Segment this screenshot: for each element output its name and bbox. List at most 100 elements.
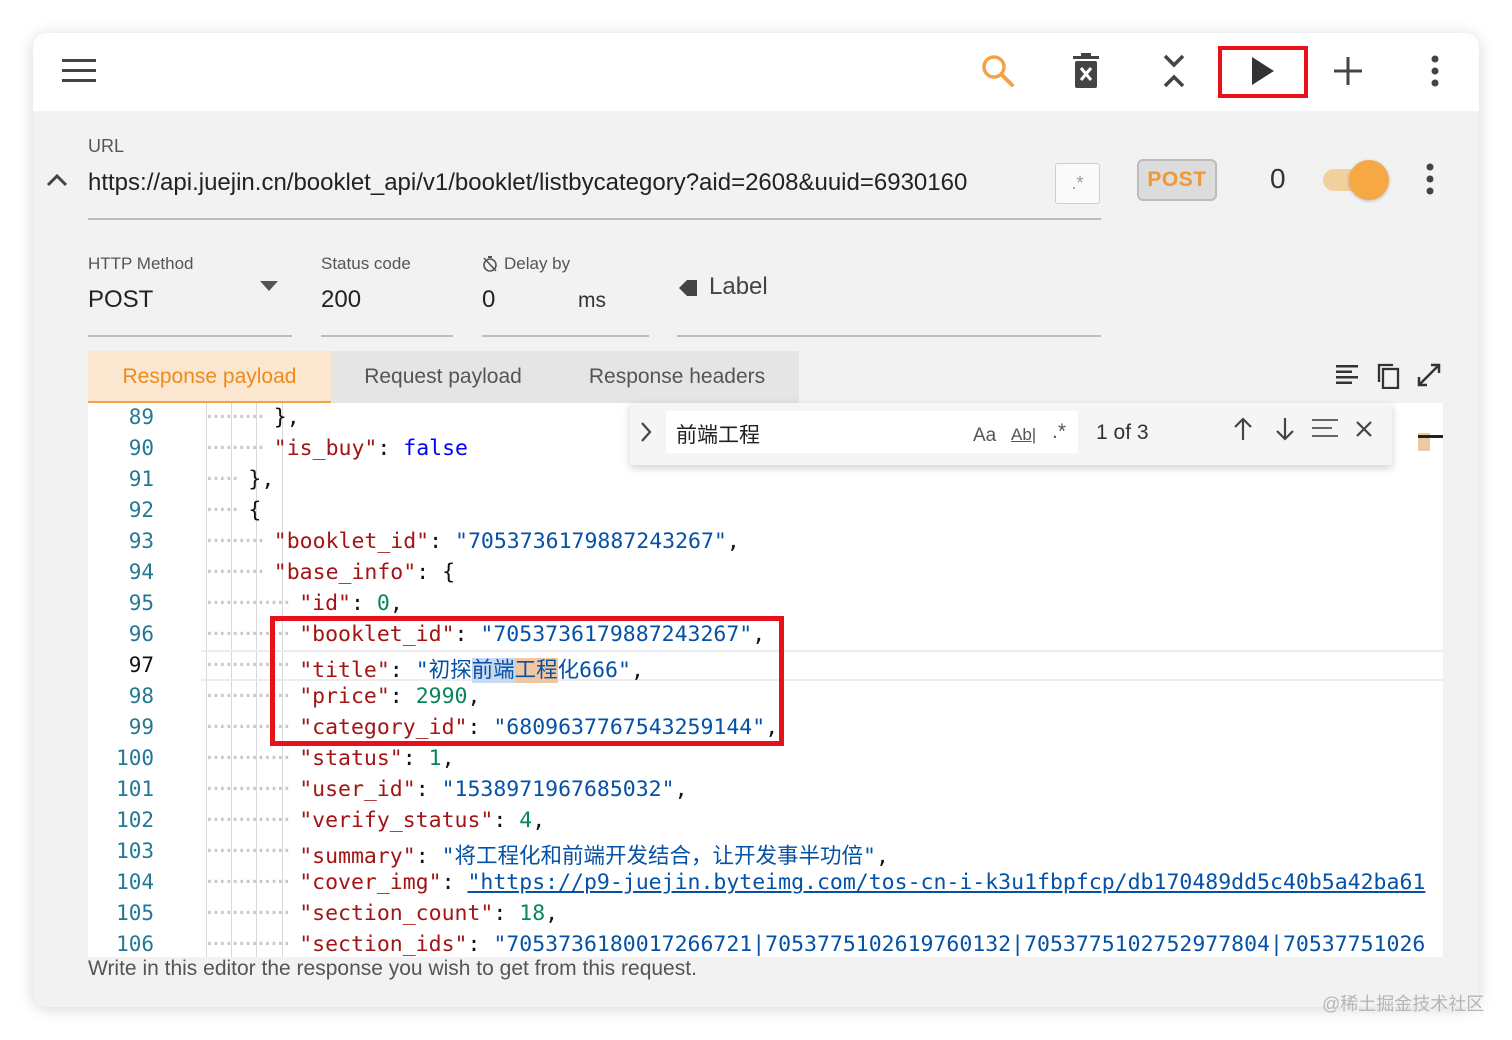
code-line[interactable]: 105 ············· "section_count": 18, [88, 898, 1443, 929]
collapse-all-button[interactable] [1146, 45, 1202, 97]
delete-icon [1073, 53, 1099, 88]
code-text: "section_count": 18, [299, 901, 559, 926]
line-number: 101 [116, 777, 154, 801]
format-align-icon [1336, 365, 1358, 384]
code-text: "booklet_id": "7053736179887243267", [299, 622, 766, 647]
delay-input[interactable]: 0 [482, 286, 495, 314]
plus-icon [1334, 57, 1362, 85]
find-in-selection-button[interactable] [1312, 417, 1338, 444]
find-input[interactable]: 前端工程 Aa Ab| .* [666, 411, 1078, 453]
tab-response-payload[interactable]: Response payload [88, 351, 331, 403]
code-line[interactable]: 102 ············· "verify_status": 4, [88, 805, 1443, 836]
expand-icon [1417, 363, 1441, 387]
toggle-replace-button[interactable] [640, 421, 652, 448]
close-find-button[interactable] [1355, 420, 1373, 443]
line-number: 98 [128, 684, 154, 708]
code-line[interactable]: 93 ········· "booklet_id": "70537361798872… [88, 526, 1443, 557]
whitespace-dots: ············· [203, 715, 293, 740]
more-vert-icon [1431, 55, 1439, 87]
whitespace-dots: ············· [203, 684, 293, 709]
tab-response-headers[interactable]: Response headers [555, 351, 799, 403]
whitespace-dots: ············· [203, 591, 293, 616]
code-line[interactable]: 98 ············· "price": 2990, [88, 681, 1443, 712]
delay-label: Delay by [504, 254, 571, 273]
whitespace-dots: ····· [203, 467, 242, 492]
whitespace-dots: ········· [203, 560, 268, 585]
line-number: 91 [128, 467, 154, 491]
http-method-select[interactable]: POST [88, 286, 153, 314]
whitespace-dots: ············· [203, 932, 293, 957]
line-number: 90 [128, 436, 154, 460]
url-label: URL [88, 136, 125, 156]
line-number: 102 [116, 808, 154, 832]
code-text: "section_ids": "7053736180017266721|7053… [299, 932, 1426, 957]
response-editor[interactable]: 88·········"mtime": 164535862989········… [88, 403, 1443, 957]
search-button[interactable] [970, 45, 1026, 97]
regex-search-toggle[interactable]: .* [1052, 420, 1066, 444]
label-icon [677, 277, 699, 304]
code-line[interactable]: 106 ············· "section_ids": "70537361… [88, 929, 1443, 957]
tab-request-payload[interactable]: Request payload [331, 351, 555, 403]
watermark: @稀土掘金技术社区 [1322, 994, 1485, 1014]
whitespace-dots: ············· [203, 839, 293, 864]
menu-button[interactable] [52, 45, 108, 97]
run-highlight-box [1218, 46, 1308, 98]
code-text: }, [273, 405, 300, 430]
code-line[interactable]: 94 ········· "base_info": { [88, 557, 1443, 588]
find-query: 前端工程 [676, 424, 760, 447]
delay-label-wrap: Delay by [482, 254, 570, 274]
code-line[interactable]: 91 ·····}, [88, 464, 1443, 495]
line-number: 104 [116, 870, 154, 894]
status-code-input[interactable]: 200 [321, 286, 361, 314]
copy-button[interactable] [1376, 363, 1400, 394]
mock-rule-card: URL https://api.juejin.cn/booklet_api/v1… [33, 33, 1479, 1007]
line-number: 89 [128, 405, 154, 429]
code-text: "price": 2990, [299, 684, 481, 709]
label-input[interactable]: Label [709, 273, 768, 301]
delete-button[interactable] [1058, 45, 1114, 97]
code-line[interactable]: 101 ············· "user_id": "153897196768… [88, 774, 1443, 805]
editor-hint: Write in this editor the response you wi… [88, 957, 697, 980]
code-line[interactable]: 95 ············· "id": 0, [88, 588, 1443, 619]
code-line[interactable]: 100 ············· "status": 1, [88, 743, 1443, 774]
code-text: "summary": "将工程化和前端开发结合，让开发事半功倍", [299, 844, 889, 869]
format-button[interactable] [1335, 363, 1359, 392]
whitespace-dots: ········· [203, 529, 268, 554]
whole-word-toggle[interactable]: Ab| [1011, 425, 1036, 445]
code-line[interactable]: 97 ············· "title": "初探前端工程化666", [88, 650, 1443, 683]
whitespace-dots: ············· [203, 808, 293, 833]
label-underline [677, 335, 1101, 337]
code-line[interactable]: 99 ············· "category_id": "680963776… [88, 712, 1443, 743]
rule-more-button[interactable] [1425, 163, 1435, 200]
code-text: "cover_img": "https://p9-juejin.byteimg.… [299, 870, 1426, 895]
code-line[interactable]: 96 ············· "booklet_id": "7053736179… [88, 619, 1443, 650]
caret-down-icon[interactable] [260, 281, 278, 291]
code-text: "base_info": { [273, 560, 456, 585]
previous-match-button[interactable] [1233, 417, 1253, 446]
code-text: { [248, 498, 262, 523]
line-number: 106 [116, 932, 154, 956]
code-line[interactable]: 103 ············· "summary": "将工程化和前端开发结合，… [88, 836, 1443, 869]
regex-toggle[interactable]: .* [1055, 163, 1100, 204]
code-text: "id": 0, [299, 591, 403, 616]
more-button[interactable] [1407, 45, 1463, 97]
enable-toggle-knob[interactable] [1349, 160, 1389, 200]
next-match-button[interactable] [1275, 417, 1295, 446]
status-code-underline [321, 335, 453, 337]
collapse-all-icon [1163, 54, 1185, 88]
code-line[interactable]: 104 ············· "cover_img": "https://p9… [88, 867, 1443, 898]
whitespace-dots: ············· [203, 777, 293, 802]
search-icon [982, 55, 1014, 87]
url-input[interactable]: https://api.juejin.cn/booklet_api/v1/boo… [88, 169, 1043, 197]
add-button[interactable] [1320, 45, 1376, 97]
code-text: "user_id": "1538971967685032", [299, 777, 688, 802]
code-line[interactable]: 92 ·····{ [88, 495, 1443, 526]
line-number: 93 [128, 529, 154, 553]
menu-icon [62, 59, 96, 82]
line-number: 100 [116, 746, 154, 770]
collapse-rule-button[interactable] [46, 173, 68, 192]
whitespace-dots: ········· [203, 436, 268, 461]
match-case-toggle[interactable]: Aa [973, 425, 996, 447]
fullscreen-button[interactable] [1417, 363, 1441, 392]
whitespace-dots: ············· [203, 901, 293, 926]
